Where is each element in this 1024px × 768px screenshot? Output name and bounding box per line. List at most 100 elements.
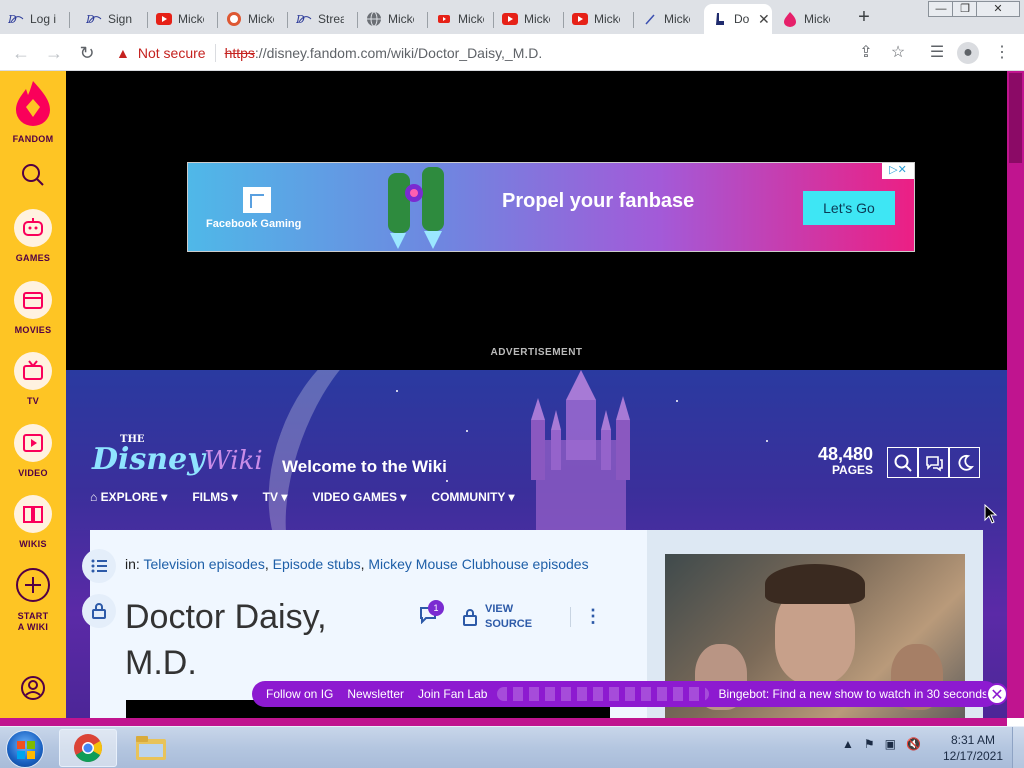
play-icon [23,434,43,452]
tab-4[interactable]: Mickey [218,4,288,34]
wiki-welcome-title[interactable]: Welcome to the Wiki [282,457,447,477]
rail-item-start-a-wiki[interactable]: START A WIKI [0,566,66,633]
nav-community[interactable]: COMMUNITY ▾ [431,490,514,504]
ad-cta-button[interactable]: Let's Go [803,191,895,225]
nav-video-games[interactable]: VIDEO GAMES ▾ [312,490,406,504]
back-arrow-icon[interactable]: ← [9,41,33,65]
folder-icon [136,736,166,760]
tab-5[interactable]: D Stream [288,4,358,34]
browser-toolbar: ← → ↻ ▲ Not secure https://disney.fandom… [0,34,1024,71]
tab-9[interactable]: Mickey [564,4,634,34]
url-scheme: https [224,44,255,61]
wiki-header: THE Disney Wiki Welcome to the Wiki 48,4… [66,370,1007,718]
close-icon[interactable]: ✕ [986,683,1007,705]
user-account-button[interactable] [0,675,66,706]
disney-plus-icon: D [86,11,102,27]
svg-text:D: D [296,13,305,25]
article-categories: in: Television episodes, Episode stubs, … [125,556,589,572]
system-clock[interactable]: 8:31 AM 12/17/2021 [938,732,1008,764]
windows-taskbar: ▲ ⚑ ▣ 🔇 8:31 AM 12/17/2021 [0,726,1024,768]
tab-active-doctor-daisy[interactable]: Do ✕ [704,4,772,34]
search-button[interactable] [0,163,66,192]
fandom-global-nav: FANDOM GAMES MOVIES TV VIDEO WIKIS START… [0,71,66,718]
nav-explore[interactable]: ⌂ EXPLORE ▾ [90,490,167,504]
new-tab-button[interactable]: + [852,6,876,29]
rail-item-movies[interactable]: MOVIES [0,281,66,335]
youtube-icon [572,11,588,27]
search-icon [894,454,912,472]
category-link[interactable]: Mickey Mouse Clubhouse episodes [368,556,588,572]
rail-item-video[interactable]: VIDEO [0,424,66,478]
wiki-search-button[interactable] [887,447,918,478]
table-of-contents-button[interactable] [82,549,116,583]
fandom-bottom-bar: Follow on IG Newsletter Join Fan Lab Bin… [252,681,1007,707]
nav-films[interactable]: FILMS ▾ [192,490,237,504]
book-icon [23,506,43,523]
show-hidden-icons-icon[interactable]: ▲ [842,737,854,751]
page-title: Doctor Daisy, M.D. [125,598,327,682]
bookmark-star-icon[interactable]: ☆ [887,42,909,64]
tab-7[interactable]: Mickey [428,4,494,34]
taskbar-chrome[interactable] [59,729,117,767]
mouse-cursor-icon [984,504,998,524]
advertisement-banner[interactable]: Facebook Gaming Propel your fanbase Let'… [187,162,915,252]
tab-1[interactable]: D Log in [0,4,70,34]
show-desktop-button[interactable] [1012,727,1024,768]
fandom-logo-link[interactable]: FANDOM [0,79,66,144]
page-scrollbar[interactable] [1007,71,1024,718]
scrollbar-thumb[interactable] [1009,73,1022,163]
more-actions-icon[interactable]: ⋮ [584,606,602,627]
robot-rocket-illustration [388,167,444,249]
bottom-accent-strip [0,718,1007,726]
volume-muted-icon[interactable]: 🔇 [906,737,921,751]
user-circle-icon [21,676,45,700]
lock-icon [92,603,106,619]
nav-tv[interactable]: TV ▾ [263,490,288,504]
category-link[interactable]: Television episodes [143,556,264,572]
action-center-flag-icon[interactable]: ⚑ [864,737,875,751]
windows-logo-icon [17,741,35,759]
tab-10[interactable]: Mickey [634,4,704,34]
disney-plus-icon: D [8,11,24,27]
fandom-icon [782,11,798,27]
rail-item-games[interactable]: GAMES [0,209,66,263]
clapperboard-icon [23,292,43,309]
page-count: 48,480 PAGES [818,444,874,477]
start-button[interactable] [6,730,44,768]
reload-icon[interactable]: ↻ [75,41,99,65]
rail-item-wikis[interactable]: WIKIS [0,495,66,549]
newsletter-link[interactable]: Newsletter [347,687,404,701]
share-icon[interactable]: ⇪ [855,42,877,64]
reading-list-icon[interactable]: ☰ [926,42,948,64]
theme-toggle-button[interactable] [949,447,980,478]
follow-on-ig-link[interactable]: Follow on IG [266,687,333,701]
join-fan-lab-link[interactable]: Join Fan Lab [418,687,487,701]
view-source-button[interactable]: VIEW SOURCE [463,602,545,632]
close-tab-icon[interactable]: ✕ [758,11,770,28]
forward-arrow-icon[interactable]: → [42,41,66,65]
network-icon[interactable]: ▣ [885,737,896,751]
taskbar-file-explorer[interactable] [122,729,180,767]
rail-item-tv[interactable]: TV [0,352,66,406]
tab-12[interactable]: Mickey [774,4,842,34]
security-status[interactable]: Not secure [138,45,206,61]
url-text: ://disney.fandom.com/wiki/Doctor_Daisy,_… [254,44,543,61]
tab-6[interactable]: Mickey [358,4,428,34]
protection-lock-button[interactable] [82,594,116,628]
menu-kebab-icon[interactable]: ⋮ [991,42,1013,64]
discussions-button[interactable] [918,447,949,478]
minimize-button[interactable]: — [928,1,954,17]
category-link[interactable]: Episode stubs [273,556,361,572]
profile-avatar-icon[interactable]: ● [957,42,979,64]
adchoices-icon[interactable]: ▷✕ [882,163,914,179]
tab-3[interactable]: Mickey [148,4,218,34]
divider [570,607,571,627]
restore-button[interactable]: ❐ [952,1,978,17]
tab-2[interactable]: D Sign in [78,4,148,34]
discussions-icon [925,455,943,471]
bingebot-link[interactable]: Bingebot: Find a new show to watch in 30… [719,687,989,701]
close-window-button[interactable]: ✕ [976,1,1020,17]
tab-8[interactable]: Mickey [494,4,564,34]
address-bar[interactable]: ▲ Not secure https://disney.fandom.com/w… [106,38,916,67]
svg-text:D: D [86,13,95,25]
